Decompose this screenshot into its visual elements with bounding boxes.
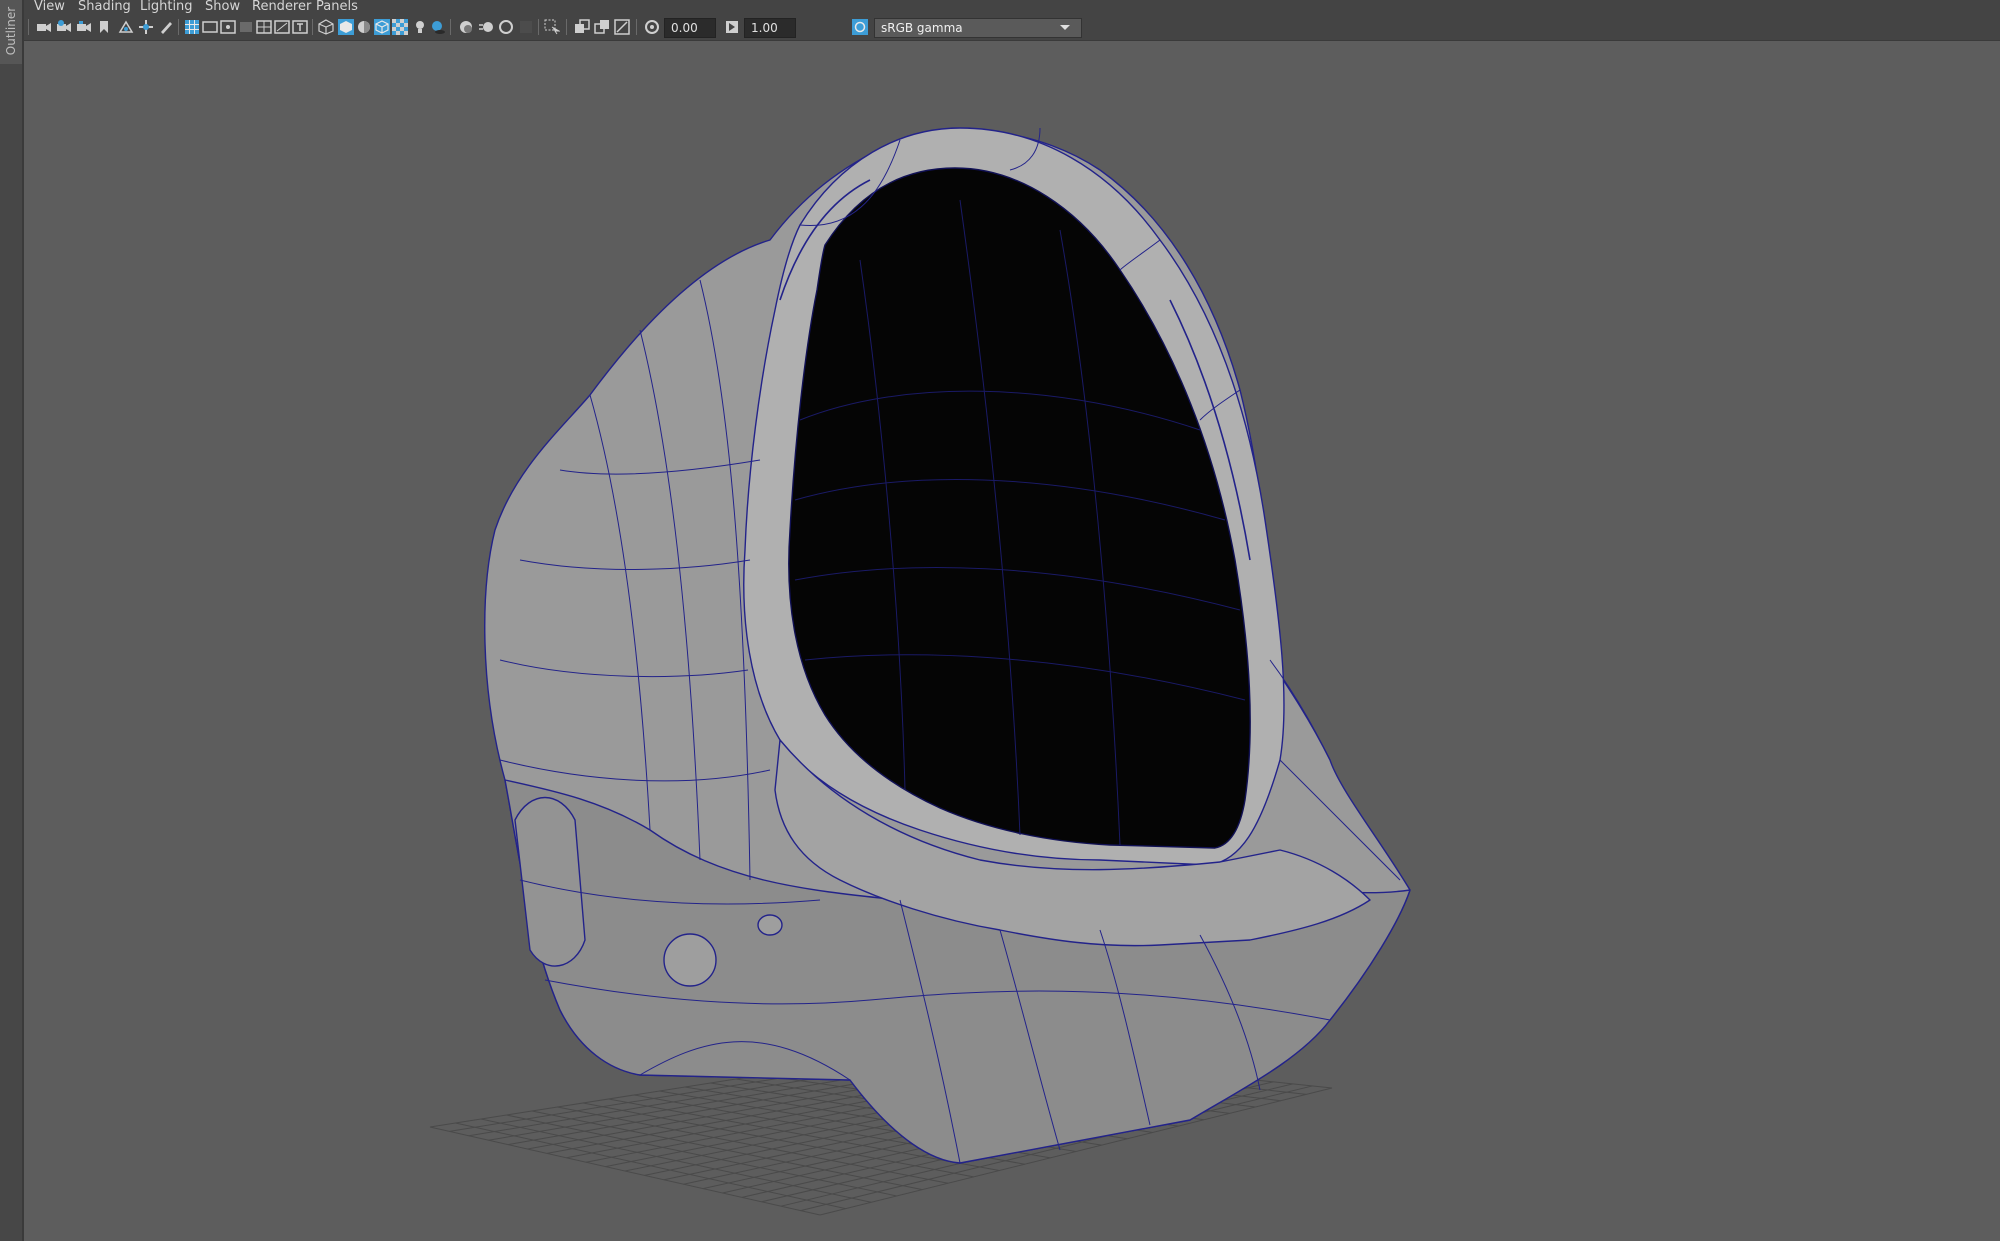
outliner-tab[interactable]: Outliner (0, 0, 22, 64)
grid-icon[interactable] (184, 19, 200, 35)
3d-viewport[interactable] (24, 41, 2000, 1241)
smooth-shade-icon[interactable] (338, 19, 354, 35)
safe-title-icon[interactable] (292, 19, 308, 35)
toolbar-separator (566, 19, 567, 35)
gamma-field[interactable]: 1.00 (744, 18, 796, 38)
camera-attributes-icon[interactable] (56, 19, 72, 35)
shadows-icon[interactable] (430, 19, 446, 35)
film-gate-icon[interactable] (202, 19, 218, 35)
color-space-select[interactable]: sRGB gamma (874, 18, 1082, 38)
depth-of-field-icon[interactable] (518, 19, 534, 35)
field-chart-icon[interactable] (256, 19, 272, 35)
2d-pan-zoom-icon[interactable] (138, 19, 154, 35)
panel-toolbar: 0.00 1.00 sRGB gamma (24, 14, 2000, 41)
toolbar-separator (178, 19, 179, 35)
menu-shading[interactable]: Shading (78, 0, 131, 15)
wireframe-on-shaded-icon[interactable] (374, 19, 390, 35)
isolate-select-icon[interactable] (544, 19, 560, 35)
safe-action-icon[interactable] (274, 19, 290, 35)
color-management-icon[interactable] (852, 19, 868, 35)
outliner-label: Outliner (4, 6, 18, 56)
resolution-gate-icon[interactable] (220, 19, 236, 35)
image-plane-icon[interactable] (118, 19, 134, 35)
xray-active-icon[interactable] (594, 19, 610, 35)
screen-space-ao-icon[interactable] (458, 19, 474, 35)
small-bolt (757, 914, 783, 936)
xray-joints-icon[interactable] (574, 19, 590, 35)
xray-icon[interactable] (392, 19, 408, 35)
helmet-model[interactable] (484, 127, 1411, 1164)
exposure-icon[interactable] (644, 19, 660, 35)
motion-blur-icon[interactable] (478, 19, 494, 35)
panel-menubar: View Shading Lighting Show Renderer Pane… (24, 0, 2000, 14)
toolbar-separator (636, 19, 637, 35)
toolbar-separator (312, 19, 313, 35)
chevron-down-icon[interactable] (1054, 18, 1076, 36)
gate-mask-icon[interactable] (238, 19, 254, 35)
menu-view[interactable]: View (34, 0, 65, 15)
default-material-icon[interactable] (356, 19, 372, 35)
viewport-scene (429, 127, 1411, 1216)
use-all-lights-icon[interactable] (412, 19, 428, 35)
select-camera-icon[interactable] (36, 19, 52, 35)
grease-pencil-icon[interactable] (158, 19, 174, 35)
menu-show[interactable]: Show (205, 0, 240, 15)
side-bolt (663, 933, 717, 987)
side-panel-strip: Outliner (0, 0, 24, 1241)
bookmark-icon[interactable] (96, 19, 112, 35)
toolbar-separator (450, 19, 451, 35)
exposure-field[interactable]: 0.00 (664, 18, 716, 38)
gamma-icon[interactable] (724, 19, 740, 35)
toolbar-separator (538, 19, 539, 35)
menu-lighting[interactable]: Lighting (140, 0, 193, 15)
menu-renderer[interactable]: Renderer (252, 0, 311, 15)
anti-aliasing-icon[interactable] (498, 19, 514, 35)
backface-culling-icon[interactable] (614, 19, 630, 35)
camera-bookmark-icon[interactable] (76, 19, 92, 35)
wireframe-icon[interactable] (318, 19, 334, 35)
menu-panels[interactable]: Panels (316, 0, 358, 15)
toolbar-separator (28, 19, 29, 35)
